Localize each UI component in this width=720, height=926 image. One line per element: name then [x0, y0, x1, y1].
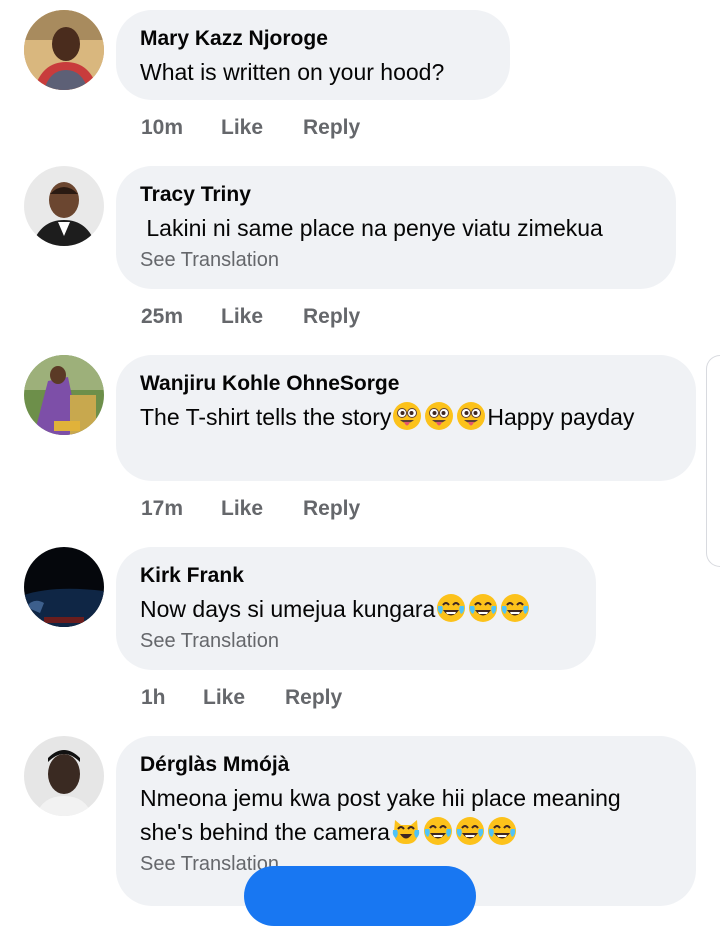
- comment-text: The T-shirt tells the story Happy payday: [140, 400, 672, 434]
- comment-time[interactable]: 17m: [141, 497, 183, 521]
- floating-action-button[interactable]: [244, 866, 476, 926]
- comment-author[interactable]: Tracy Triny: [140, 181, 652, 209]
- comment-text-part: Happy payday: [487, 404, 635, 430]
- avatar[interactable]: [24, 10, 104, 90]
- like-button[interactable]: Like: [203, 686, 245, 710]
- avatar[interactable]: [24, 166, 104, 246]
- reply-button[interactable]: Reply: [303, 497, 360, 521]
- comment-bubble: Wanjiru Kohle OhneSorge The T-shirt tell…: [116, 355, 696, 481]
- tears-of-joy-icon: [436, 593, 466, 623]
- comment-text-part: Now days si umejua kungara: [140, 596, 436, 622]
- comment-text-line: she's behind the camera: [140, 815, 672, 849]
- see-translation-link[interactable]: See Translation: [140, 247, 652, 273]
- comment-author[interactable]: Kirk Frank: [140, 562, 572, 590]
- like-button[interactable]: Like: [221, 497, 263, 521]
- zany-face-icon: [456, 401, 486, 431]
- comment-bubble: Tracy Triny Lakini ni same place na peny…: [116, 166, 676, 289]
- comment-text: What is written on your hood?: [140, 59, 445, 85]
- tears-of-joy-icon: [423, 816, 453, 846]
- zany-face-icon: [392, 401, 422, 431]
- comment-time[interactable]: 10m: [141, 116, 183, 140]
- crying-laughing-cat-icon: [391, 816, 421, 846]
- comment-time[interactable]: 1h: [141, 686, 166, 710]
- reply-button[interactable]: Reply: [285, 686, 342, 710]
- comment-time[interactable]: 25m: [141, 305, 183, 329]
- avatar[interactable]: [24, 736, 104, 816]
- avatar[interactable]: [24, 547, 104, 627]
- side-panel-edge[interactable]: [706, 355, 720, 567]
- comment-author[interactable]: Dérglàs Mmójà: [140, 751, 672, 779]
- tears-of-joy-icon: [500, 593, 530, 623]
- comment-text-part: she's behind the camera: [140, 819, 390, 845]
- see-translation-link[interactable]: See Translation: [140, 628, 572, 654]
- comment-bubble: Kirk Frank Now days si umejua kungara Se…: [116, 547, 596, 670]
- comment-text: Now days si umejua kungara: [140, 592, 572, 626]
- tears-of-joy-icon: [468, 593, 498, 623]
- tears-of-joy-icon: [455, 816, 485, 846]
- comment-text: Nmeona jemu kwa post yake hii place mean…: [140, 781, 672, 849]
- like-button[interactable]: Like: [221, 305, 263, 329]
- comment-author[interactable]: Wanjiru Kohle OhneSorge: [140, 370, 672, 398]
- tears-of-joy-icon: [487, 816, 517, 846]
- comment-bubble: Mary Kazz Njoroge What is written on you…: [116, 10, 510, 100]
- reply-button[interactable]: Reply: [303, 116, 360, 140]
- reply-button[interactable]: Reply: [303, 305, 360, 329]
- comment-text-part: The T-shirt tells the story: [140, 404, 392, 430]
- comment-text: Lakini ni same place na penye viatu zime…: [140, 215, 603, 241]
- comment-text-line: Nmeona jemu kwa post yake hii place mean…: [140, 785, 621, 811]
- comment-author[interactable]: Mary Kazz Njoroge: [140, 25, 486, 53]
- avatar[interactable]: [24, 355, 104, 435]
- like-button[interactable]: Like: [221, 116, 263, 140]
- zany-face-icon: [424, 401, 454, 431]
